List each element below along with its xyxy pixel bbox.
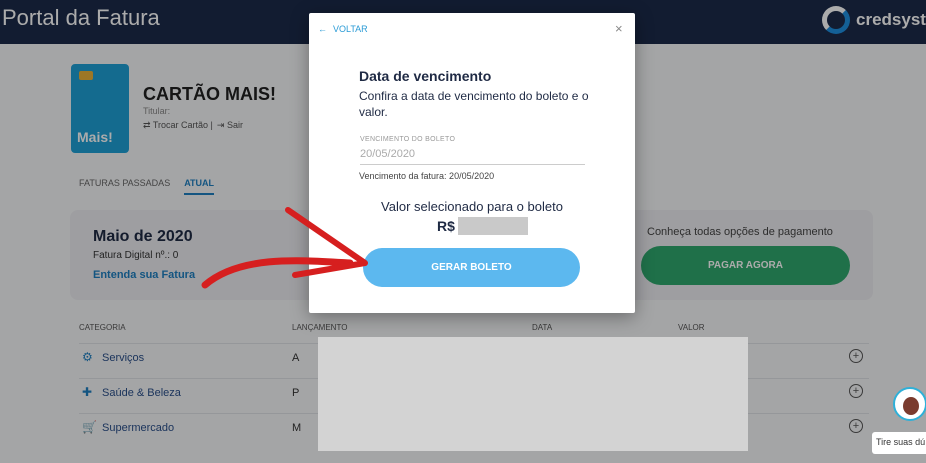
modal-subtitle: Confira a data de vencimento do boleto e… — [359, 89, 589, 119]
vencimento-field[interactable]: 20/05/2020 — [360, 148, 585, 165]
redacted-area — [318, 337, 748, 451]
gerar-boleto-button[interactable]: GERAR BOLETO — [363, 248, 580, 287]
modal-title: Data de vencimento — [359, 68, 492, 84]
chat-tooltip: Tire suas dú — [872, 432, 926, 454]
vencimento-fatura-text: Vencimento da fatura: 20/05/2020 — [359, 171, 495, 181]
redacted-amount — [457, 217, 528, 235]
voltar-button[interactable]: ← VOLTAR — [318, 24, 368, 34]
chat-avatar-icon[interactable] — [893, 387, 926, 421]
arrow-left-icon: ← — [318, 24, 327, 34]
close-icon[interactable]: × — [615, 21, 623, 36]
annotation-arrow-icon — [201, 207, 368, 289]
valor-amount: R$ — [437, 217, 528, 235]
voltar-label: VOLTAR — [333, 24, 368, 34]
currency-label: R$ — [437, 218, 455, 234]
vencimento-label: VENCIMENTO DO BOLETO — [360, 136, 456, 143]
avatar-face-icon — [903, 397, 919, 415]
